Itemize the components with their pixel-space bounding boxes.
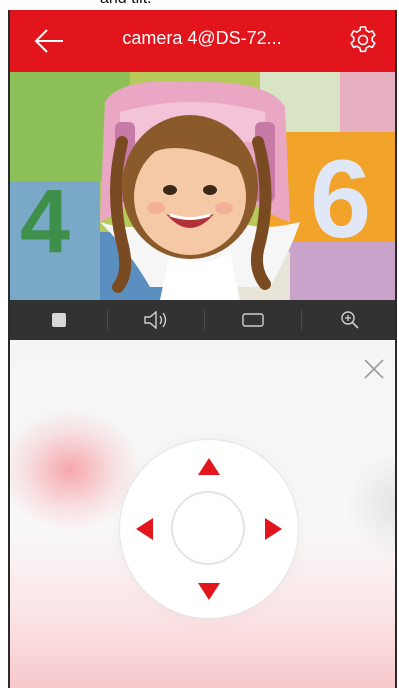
caption-text: and tilt. (100, 0, 152, 8)
caption-strip: and tilt. (0, 0, 399, 10)
joystick-center-button[interactable] (171, 491, 245, 565)
tile-digit-right: 6 (310, 138, 371, 261)
audio-button[interactable] (107, 300, 204, 340)
stop-button[interactable] (10, 300, 107, 340)
phone-screen: camera 4@DS-72... 4 6 (8, 10, 397, 688)
arrow-left-icon (34, 29, 63, 53)
pan-down-arrow-icon[interactable] (198, 583, 220, 600)
page-title: camera 4@DS-72... (122, 28, 282, 48)
back-button[interactable] (32, 27, 66, 55)
zoom-in-icon (340, 311, 359, 329)
decorative-glow (345, 450, 395, 560)
pan-left-arrow-icon[interactable] (136, 518, 153, 540)
top-bar: camera 4@DS-72... (10, 10, 395, 72)
screenshot-page: and tilt. camera 4@DS-72... (0, 0, 399, 688)
screen-ratio-button[interactable] (204, 300, 301, 340)
playback-control-bar (10, 300, 395, 340)
pan-right-arrow-icon[interactable] (265, 518, 282, 540)
ptz-joystick[interactable] (120, 440, 298, 618)
zoom-button[interactable] (301, 300, 395, 340)
live-video-view[interactable]: 4 6 (10, 72, 395, 300)
video-frame: 4 6 (10, 72, 395, 300)
close-icon (364, 359, 384, 379)
gear-icon (350, 26, 376, 53)
settings-button[interactable] (347, 24, 379, 56)
speaker-icon (143, 310, 166, 330)
tile-digit-left: 4 (20, 172, 70, 272)
stop-icon (51, 313, 66, 327)
ptz-control-panel (10, 340, 395, 688)
screen-ratio-icon (241, 313, 264, 327)
close-ptz-button[interactable] (363, 358, 385, 380)
pan-up-arrow-icon[interactable] (198, 458, 220, 475)
